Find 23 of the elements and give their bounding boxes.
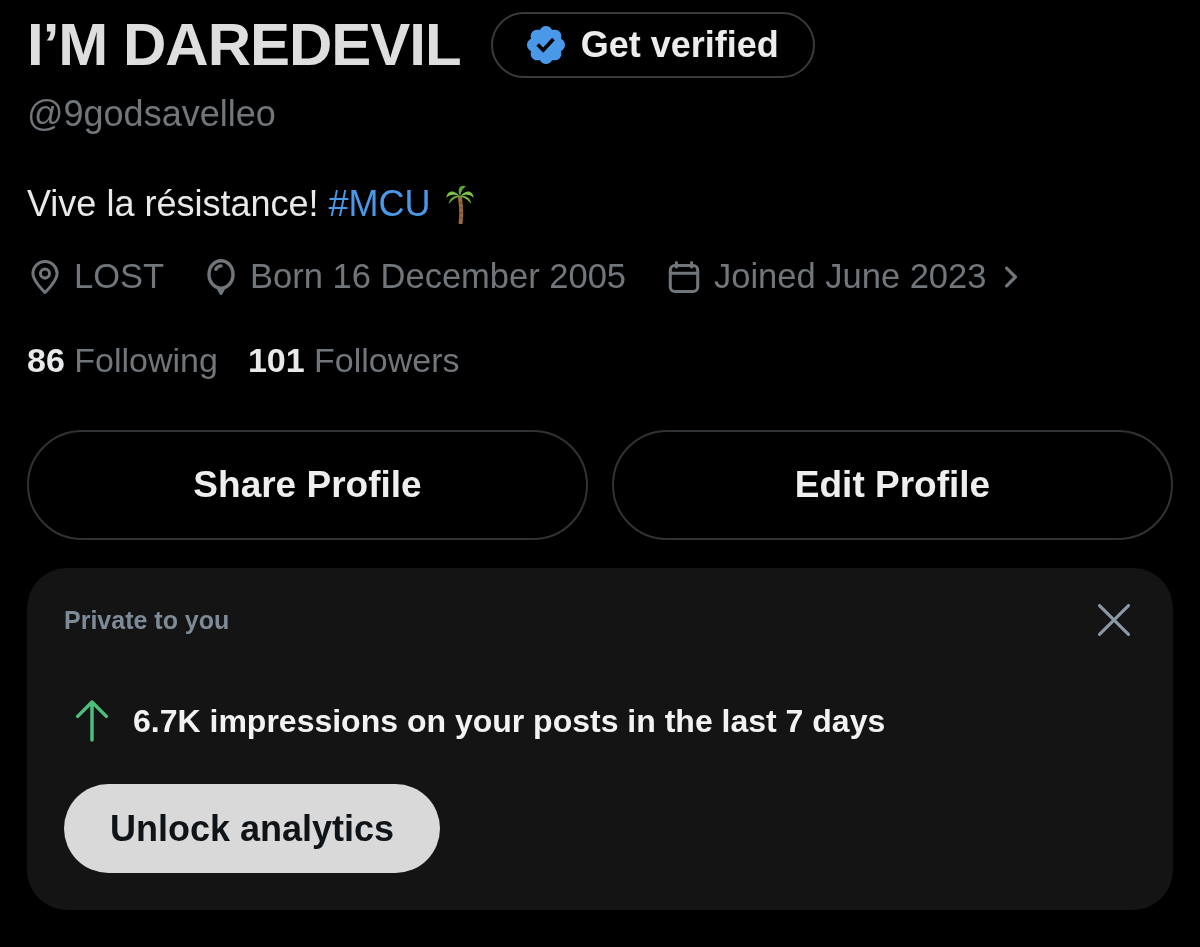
profile-action-button[interactable]: Share Profile bbox=[27, 430, 588, 540]
chevron-right-icon bbox=[1004, 266, 1019, 288]
balloon-icon bbox=[206, 259, 237, 295]
location-pin-icon bbox=[30, 260, 60, 294]
stat-link[interactable]: 101 Followers bbox=[247, 334, 460, 386]
username-handle: @9godsavelleo bbox=[27, 92, 276, 136]
profile-detail-text: Born 16 December 2005 bbox=[250, 256, 626, 298]
palm-tree-icon bbox=[444, 184, 475, 224]
unlock-analytics-button[interactable]: Unlock analytics bbox=[64, 784, 441, 873]
up-arrow-icon bbox=[75, 700, 109, 742]
bio-text: Vive la résistance! #MCU bbox=[27, 182, 475, 226]
display-name: I’M DAREDEVIL bbox=[27, 15, 461, 75]
calendar-icon bbox=[668, 261, 700, 293]
profile-action-button[interactable]: Edit Profile bbox=[612, 430, 1173, 540]
profile-detail-text: Joined June 2023 bbox=[714, 256, 987, 298]
stat-link[interactable]: 86 Following bbox=[27, 334, 218, 386]
close-icon[interactable] bbox=[1098, 604, 1130, 636]
impressions-summary: 6.7K impressions on your posts in the last 7 days bbox=[133, 702, 886, 741]
card-title: Private to you bbox=[64, 605, 230, 636]
verified-badge-icon bbox=[526, 26, 565, 64]
profile-detail-text: LOST bbox=[74, 256, 165, 298]
hashtag-link[interactable]: #MCU bbox=[328, 182, 431, 226]
get-verified-button[interactable]: Get verified bbox=[490, 12, 815, 78]
